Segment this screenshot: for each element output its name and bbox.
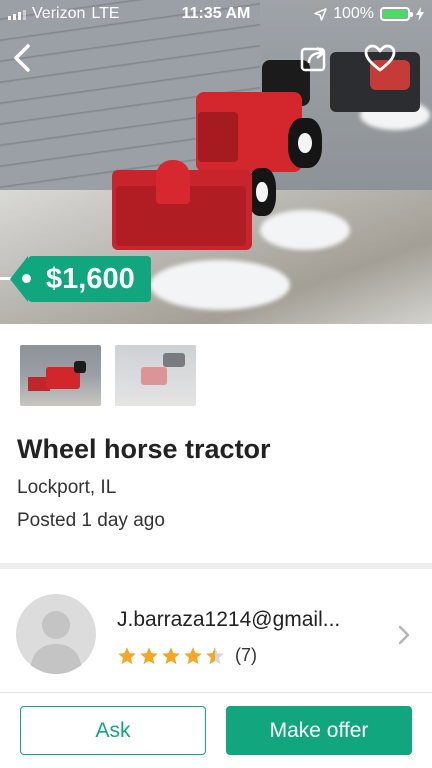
star-full-icon <box>140 646 158 664</box>
battery-percent: 100% <box>333 5 374 22</box>
price-tag: $1,600 <box>10 256 151 302</box>
thumbnail-2[interactable] <box>115 345 196 406</box>
person-placeholder-icon <box>30 611 82 674</box>
chevron-right-icon <box>398 625 410 645</box>
star-full-icon <box>118 646 136 664</box>
ask-button[interactable]: Ask <box>20 706 206 755</box>
battery-icon <box>380 7 413 21</box>
thumbnail-strip <box>20 345 196 406</box>
make-offer-button-label: Make offer <box>269 718 369 742</box>
photo-tractor-grille <box>198 112 238 162</box>
seller-profile-chevron[interactable] <box>398 624 410 651</box>
status-bar: Verizon LTE 11:35 AM 100% <box>0 0 432 30</box>
photo-rear-wheel <box>288 118 322 168</box>
seller-name[interactable]: J.barraza1214@gmail... <box>117 608 387 632</box>
back-button[interactable] <box>4 40 40 76</box>
photo-snow <box>150 260 290 310</box>
share-icon <box>300 47 326 72</box>
star-half-icon <box>206 646 224 664</box>
share-button[interactable] <box>296 40 332 76</box>
location-arrow-icon <box>314 7 327 21</box>
thumbnail-1[interactable] <box>20 345 101 406</box>
heart-outline-icon <box>364 44 396 72</box>
chevron-left-icon <box>14 44 30 72</box>
star-full-icon <box>162 646 180 664</box>
seller-rating: (7) <box>117 645 257 666</box>
photo-snow <box>260 210 350 250</box>
listing-location: Lockport, IL <box>17 477 117 498</box>
listing-title: Wheel horse tractor <box>17 434 271 464</box>
listing-posted-time: Posted 1 day ago <box>17 510 165 531</box>
make-offer-button[interactable]: Make offer <box>226 706 412 755</box>
action-bar-divider <box>0 692 432 693</box>
ask-button-label: Ask <box>95 718 131 742</box>
price-tag-hole <box>22 274 31 283</box>
seller-avatar[interactable] <box>16 594 96 674</box>
price-label: $1,600 <box>46 262 135 295</box>
charging-bolt-icon <box>416 7 424 21</box>
review-count: (7) <box>235 645 257 665</box>
photo-front-wheel <box>248 168 276 216</box>
star-full-icon <box>184 646 202 664</box>
photo-snowblower-chute <box>156 160 190 204</box>
favorite-button[interactable] <box>362 40 398 76</box>
section-divider <box>0 563 432 569</box>
